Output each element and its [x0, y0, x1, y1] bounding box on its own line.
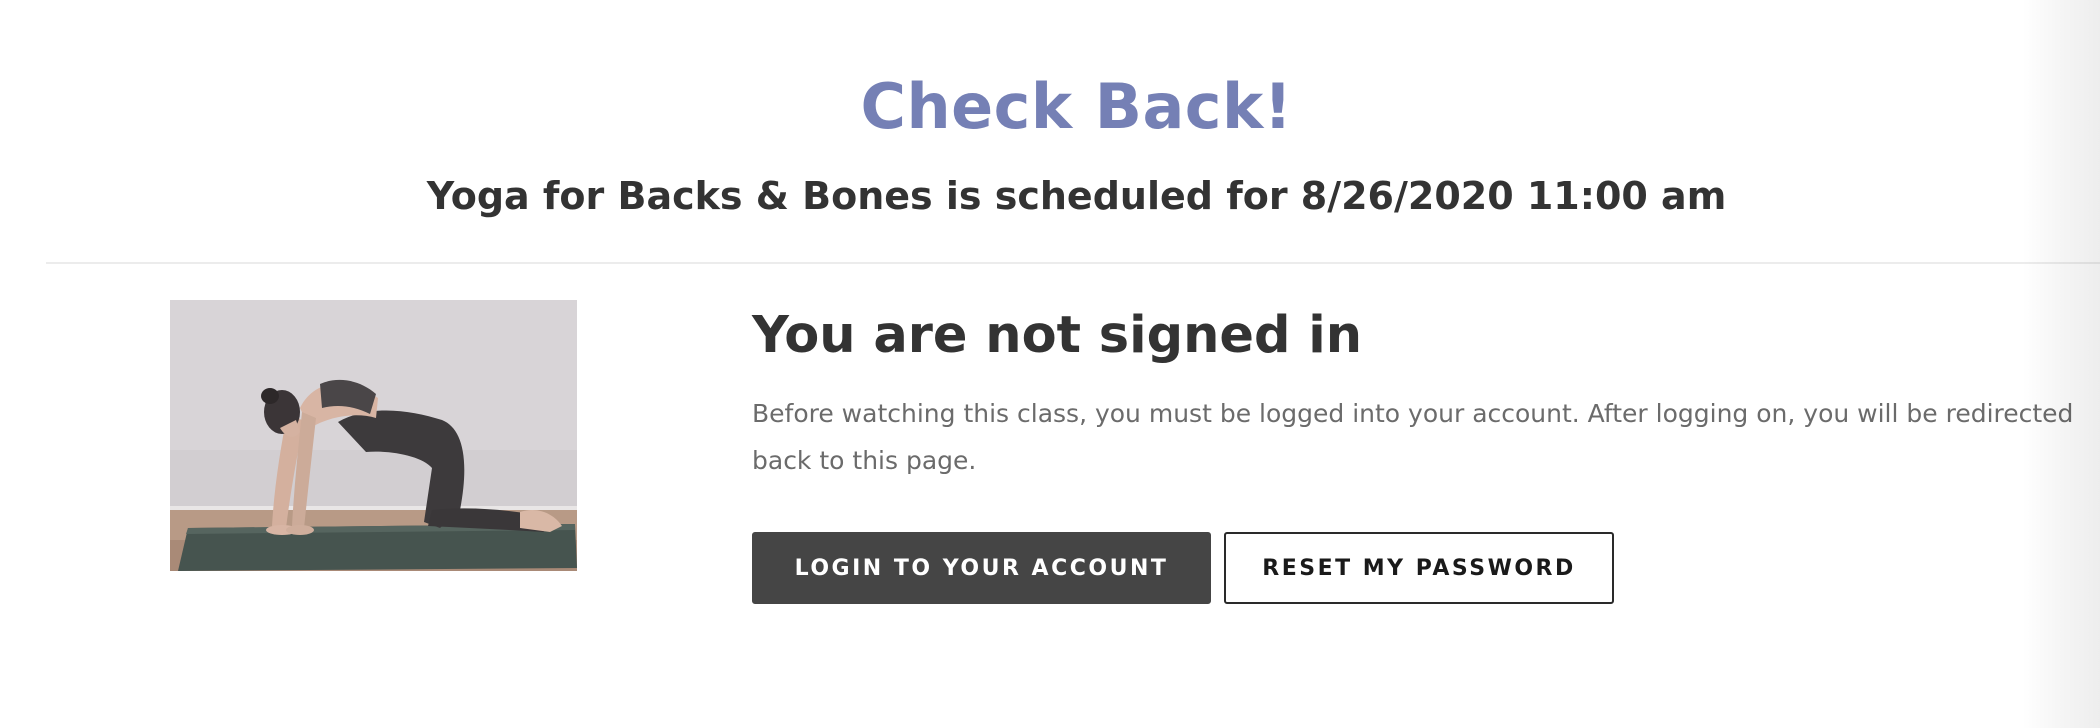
scroll-edge-shadow: [2022, 0, 2100, 728]
signin-title: You are not signed in: [752, 306, 1363, 365]
page: Check Back! Yoga for Backs & Bones is sc…: [0, 0, 2100, 728]
signin-message: Before watching this class, you must be …: [752, 399, 2074, 475]
divider: [46, 262, 2100, 264]
yoga-class-thumbnail: [170, 300, 577, 571]
login-button[interactable]: LOGIN TO YOUR ACCOUNT: [752, 532, 1211, 604]
reset-password-button[interactable]: RESET MY PASSWORD: [1224, 532, 1614, 604]
class-schedule-text: Yoga for Backs & Bones is scheduled for …: [426, 174, 1727, 218]
yoga-pose-illustration: [170, 300, 577, 571]
page-title: Check Back!: [860, 70, 1293, 143]
